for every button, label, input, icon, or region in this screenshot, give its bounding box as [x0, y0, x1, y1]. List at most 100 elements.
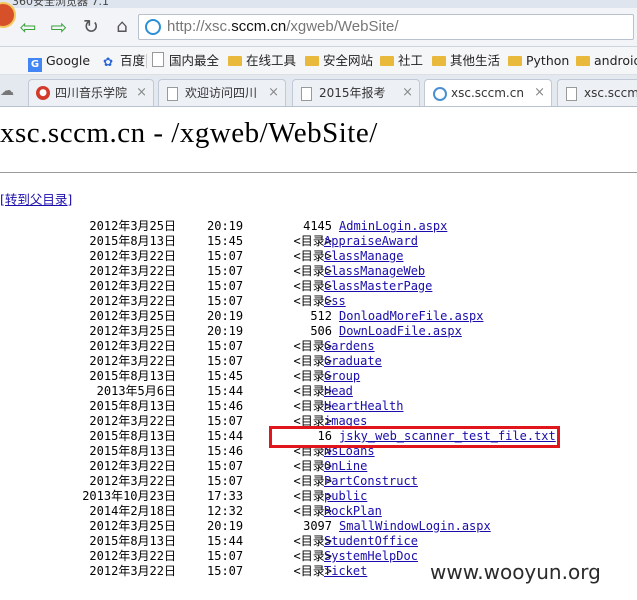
bookmark-folder-tools[interactable]: 在线工具 [228, 52, 296, 70]
listing-row: 2012年3月22日 15:07 <目录> PartConstruct [0, 474, 637, 489]
close-icon[interactable]: × [534, 80, 545, 106]
listing-row: 2015年8月13日 15:44 <目录> StudentOffice [0, 534, 637, 549]
cloud-icon[interactable]: ☁ [0, 83, 16, 99]
entry-link[interactable]: ClassManage [324, 249, 403, 264]
entry-date: 2012年3月22日 [89, 249, 176, 263]
entry-link[interactable]: ClassManageWeb [324, 264, 425, 279]
entry-time: 15:07 [207, 414, 244, 428]
address-url[interactable]: http://xsc.sccm.cn/xgweb/WebSite/ [167, 18, 399, 35]
listing-row: 2012年3月25日 20:19 506 DownLoadFile.aspx [0, 324, 637, 339]
entry-time: 20:19 [207, 219, 244, 233]
bookmark-label: 百度 [120, 53, 146, 68]
entry-link[interactable]: SystemHelpDoc [324, 549, 418, 564]
bookmark-label: Python [526, 53, 570, 68]
close-icon[interactable]: × [136, 80, 147, 106]
entry-time: 15:07 [207, 354, 244, 368]
folder-icon [228, 56, 242, 66]
listing-row: 2012年3月22日 15:07 <目录> ClassMasterPage [0, 279, 637, 294]
entry-date: 2012年3月25日 [89, 324, 176, 338]
bookmark-cut-left[interactable]: s [0, 52, 1, 70]
forward-button[interactable]: ⇨ [47, 15, 71, 39]
globe-icon [145, 19, 161, 35]
bookmark-baidu[interactable]: ✿ 百度 [103, 52, 145, 70]
bookmark-folder-social[interactable]: 社工 [380, 52, 423, 70]
entry-link[interactable]: DownLoadFile.aspx [339, 324, 462, 339]
listing-row: 2015年8月13日 15:45 <目录> AppraiseAward [0, 234, 637, 249]
entry-size: 4145 [303, 219, 332, 233]
entry-link[interactable]: OnLine [324, 459, 367, 474]
highlight-box [269, 426, 560, 448]
entry-link[interactable]: StudentOffice [324, 534, 418, 549]
tab-bar: ☁ ● 四川音乐学院 × 欢迎访问四川 × 2015年报考 × xsc.sccm… [0, 75, 637, 107]
entry-link[interactable]: Head [324, 384, 353, 399]
entry-date: 2012年3月25日 [89, 519, 176, 533]
tab-xsc-active[interactable]: xsc.sccm.cn × [424, 79, 552, 106]
entry-link[interactable]: SmallWindowLogin.aspx [339, 519, 491, 534]
entry-link[interactable]: Ticket [324, 564, 367, 579]
page-icon [566, 87, 577, 101]
bookmark-folder-android[interactable]: android [576, 52, 637, 70]
listing-row: 2012年3月22日 15:07 <目录> Css [0, 294, 637, 309]
bookmark-separator [146, 54, 147, 68]
entry-link[interactable]: Gardens [324, 339, 375, 354]
page-title: xsc.sccm.cn - /xgweb/WebSite/ [0, 117, 378, 149]
entry-time: 15:07 [207, 279, 244, 293]
entry-link[interactable]: HeartHealth [324, 399, 403, 414]
bookmark-folder-python[interactable]: Python [508, 52, 569, 70]
bookmark-folder-security[interactable]: 安全网站 [305, 52, 373, 70]
tab-welcome[interactable]: 欢迎访问四川 × [158, 79, 286, 106]
entry-date: 2015年8月13日 [89, 369, 176, 383]
listing-row: 2012年3月25日 20:19 4145 AdminLogin.aspx [0, 219, 637, 234]
listing-row: 2014年2月18日 12:32 <目录> RockPlan [0, 504, 637, 519]
close-icon[interactable]: × [402, 80, 413, 106]
bookmark-folder-life[interactable]: 其他生活 [432, 52, 500, 70]
close-icon[interactable]: × [268, 80, 279, 106]
entry-date: 2013年5月6日 [96, 384, 176, 398]
entry-link[interactable]: Css [324, 294, 346, 309]
entry-link[interactable]: Group [324, 369, 360, 384]
entry-time: 17:33 [207, 489, 244, 503]
bookmark-guonei[interactable]: 国内最全 [152, 52, 219, 70]
address-bar[interactable]: http://xsc.sccm.cn/xgweb/WebSite/ [138, 14, 634, 40]
bookmark-label: 社工 [398, 53, 424, 68]
entry-link[interactable]: ClassMasterPage [324, 279, 432, 294]
entry-link[interactable]: AdminLogin.aspx [339, 219, 447, 234]
tab-xsc-second[interactable]: xsc.sccm [557, 79, 637, 106]
entry-date: 2015年8月13日 [89, 444, 176, 458]
bookmark-label: 在线工具 [246, 53, 297, 68]
tab-label: xsc.sccm [584, 86, 637, 100]
google-icon: G [28, 58, 42, 72]
home-button[interactable]: ⌂ [110, 15, 134, 39]
entry-time: 15:07 [207, 474, 244, 488]
tab-label: 四川音乐学院 [55, 86, 128, 100]
entry-link[interactable]: DonloadMoreFile.aspx [339, 309, 484, 324]
entry-time: 15:07 [207, 294, 244, 308]
folder-icon [508, 56, 522, 66]
entry-link[interactable]: Graduate [324, 354, 382, 369]
entry-time: 15:07 [207, 564, 244, 578]
entry-link[interactable]: RockPlan [324, 504, 382, 519]
url-prefix: http://xsc. [167, 18, 232, 35]
page-icon [167, 87, 178, 101]
reload-button[interactable]: ↻ [79, 15, 103, 39]
tab-2015-admission[interactable]: 2015年报考 × [292, 79, 420, 106]
bookmark-google[interactable]: G Google [28, 52, 90, 72]
entry-link[interactable]: public [324, 489, 367, 504]
entry-date: 2012年3月22日 [89, 459, 176, 473]
folder-icon [576, 56, 590, 66]
listing-row: 2015年8月13日 15:46 <目录> HeartHealth [0, 399, 637, 414]
parent-directory-link[interactable]: [转到父目录] [0, 189, 72, 208]
entry-time: 15:07 [207, 459, 244, 473]
back-button[interactable]: ⇦ [16, 15, 40, 39]
entry-time: 15:46 [207, 444, 244, 458]
tab-label: 2015年报考 [319, 86, 386, 100]
entry-link[interactable]: AppraiseAward [324, 234, 418, 249]
watermark: www.wooyun.org [430, 560, 601, 584]
entry-date: 2014年2月18日 [89, 504, 176, 518]
tab-sccm-school[interactable]: ● 四川音乐学院 × [28, 79, 154, 106]
listing-row: 2013年5月6日 15:44 <目录> Head [0, 384, 637, 399]
entry-link[interactable]: PartConstruct [324, 474, 418, 489]
url-path: /xgweb/WebSite/ [286, 18, 399, 35]
entry-date: 2012年3月22日 [89, 294, 176, 308]
entry-date: 2012年3月22日 [89, 264, 176, 278]
